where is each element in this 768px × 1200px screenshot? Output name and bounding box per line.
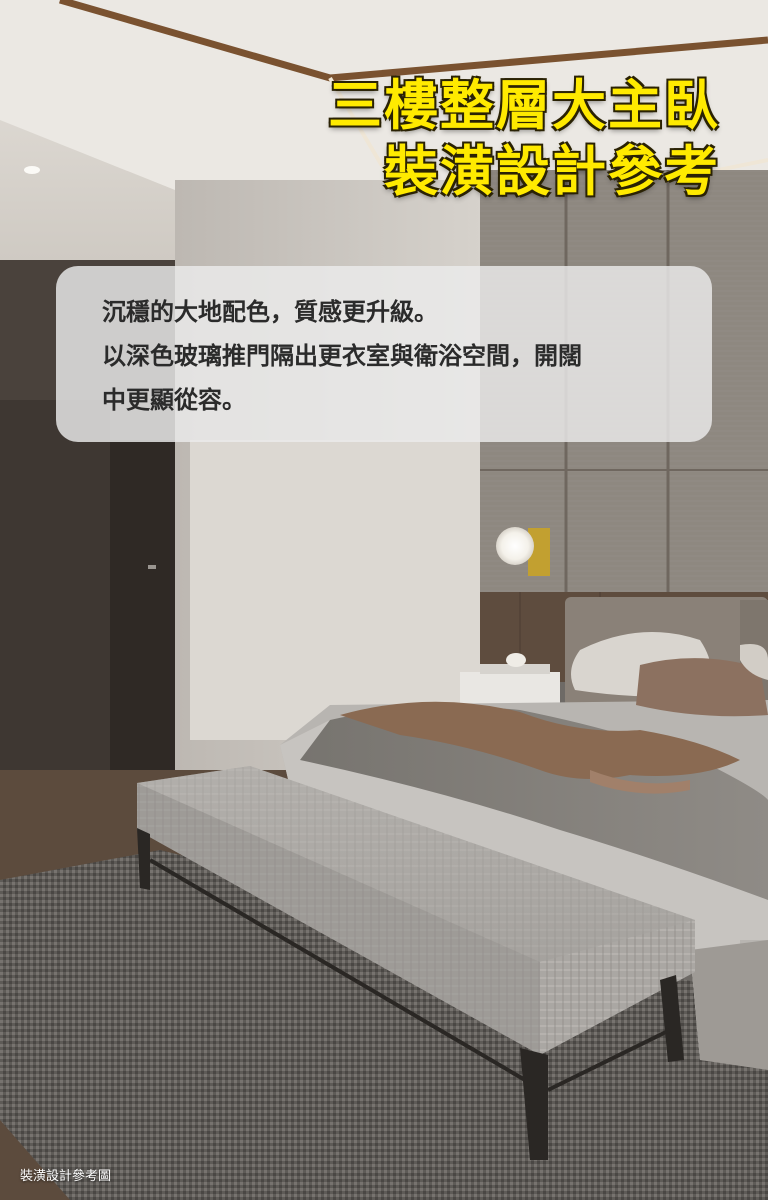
image-footnote: 裝潢設計參考圖 (20, 1169, 112, 1184)
caption-box: 沉穩的大地配色，質感更升級。 以深色玻璃推門隔出更衣室與衛浴空間，開闊 中更顯從… (56, 266, 712, 442)
title-block: 三樓整層大主臥 裝潢設計參考 (328, 72, 720, 204)
title-line-2: 裝潢設計參考 (384, 139, 720, 203)
caption-line-1: 沉穩的大地配色，質感更升級。 (102, 297, 438, 326)
title-line-1: 三樓整層大主臥 (328, 73, 720, 137)
caption-line-3: 中更顯從容。 (102, 385, 246, 414)
caption-line-2: 以深色玻璃推門隔出更衣室與衛浴空間，開闊 (102, 341, 582, 370)
